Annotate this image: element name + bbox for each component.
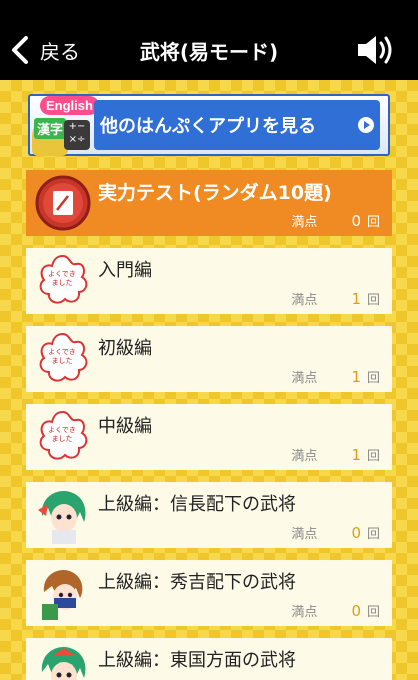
svg-text:よくでき: よくでき	[48, 348, 76, 356]
score-count: 1	[351, 446, 361, 464]
svg-text:ました: ました	[52, 435, 73, 443]
menu-list: English 漢字 +− ×÷ 他のはんぷくアプリを見る 実力テスト(ランダム1…	[0, 80, 418, 680]
score-label: 満点	[291, 293, 318, 308]
score-line: 満点 1 回	[291, 367, 380, 386]
calculator-icon: +− ×÷	[64, 120, 90, 150]
score-count: 1	[351, 290, 361, 308]
score-unit: 回	[366, 215, 380, 230]
item-name: 初級編	[98, 338, 152, 359]
banner-main[interactable]: 他のはんぷくアプリを見る	[94, 100, 380, 150]
score-label: 満点	[291, 449, 318, 464]
score-line: 満点 1 回	[291, 289, 380, 308]
score-unit: 回	[366, 449, 380, 464]
item-name: 中級編	[98, 416, 152, 437]
list-item-intermediate[interactable]: よくでき ました 中級編 満点 1 回	[26, 404, 392, 470]
svg-text:よくでき: よくでき	[48, 426, 76, 434]
item-name: 実力テスト(ランダム10題)	[98, 182, 332, 204]
score-label: 満点	[291, 215, 318, 230]
list-item-test[interactable]: 実力テスト(ランダム10題) 満点 0 回	[26, 170, 392, 236]
item-name: 上級編：秀吉配下の武将	[98, 572, 296, 593]
score-count: 0	[351, 212, 361, 230]
score-line: 満点 0 回	[291, 601, 380, 620]
flower-stamp-icon: よくでき ました	[39, 410, 88, 460]
test-icon	[35, 175, 91, 231]
svg-text:ました: ました	[52, 279, 73, 287]
score-count: 1	[351, 368, 361, 386]
list-item-advanced-hideyoshi[interactable]: 上級編：秀吉配下の武将 満点 0 回	[26, 560, 392, 626]
score-unit: 回	[366, 605, 380, 620]
score-count: 0	[351, 524, 361, 542]
score-line: 満点 1 回	[291, 445, 380, 464]
app-promo-banner[interactable]: English 漢字 +− ×÷ 他のはんぷくアプリを見る	[28, 94, 390, 156]
header-bar: 戻る 武将(易モード)	[0, 0, 418, 80]
score-unit: 回	[366, 293, 380, 308]
score-unit: 回	[366, 371, 380, 386]
item-name: 入門編	[98, 260, 152, 281]
kanji-tag: 漢字	[34, 118, 67, 139]
item-name: 上級編：信長配下の武将	[98, 494, 296, 515]
score-line: 満点 0 回	[291, 523, 380, 542]
score-label: 満点	[291, 605, 318, 620]
play-icon	[358, 117, 374, 133]
character-avatar-icon	[42, 570, 83, 620]
list-item-beginner[interactable]: よくでき ました 入門編 満点 1 回	[26, 248, 392, 314]
score-label: 満点	[291, 371, 318, 386]
score-unit: 回	[366, 527, 380, 542]
score-count: 0	[351, 602, 361, 620]
list-item-advanced-eastern[interactable]: 上級編：東国方面の武将 満点 0 回	[26, 638, 392, 680]
flower-stamp-icon: よくでき ました	[39, 332, 88, 382]
item-name: 上級編：東国方面の武将	[98, 650, 296, 671]
score-line: 満点 0 回	[291, 211, 380, 230]
banner-text: 他のはんぷくアプリを見る	[100, 116, 316, 137]
svg-text:ました: ました	[52, 357, 73, 365]
english-tag: English	[40, 96, 99, 115]
list-item-elementary[interactable]: よくでき ました 初級編 満点 1 回	[26, 326, 392, 392]
character-avatar-icon	[41, 647, 86, 680]
character-avatar-icon	[38, 491, 86, 544]
speaker-icon[interactable]	[356, 32, 396, 68]
flower-stamp-icon: よくでき ました	[39, 254, 88, 304]
list-item-advanced-nobunaga[interactable]: 上級編：信長配下の武将 満点 0 回	[26, 482, 392, 548]
score-label: 満点	[291, 527, 318, 542]
svg-text:よくでき: よくでき	[48, 270, 76, 278]
